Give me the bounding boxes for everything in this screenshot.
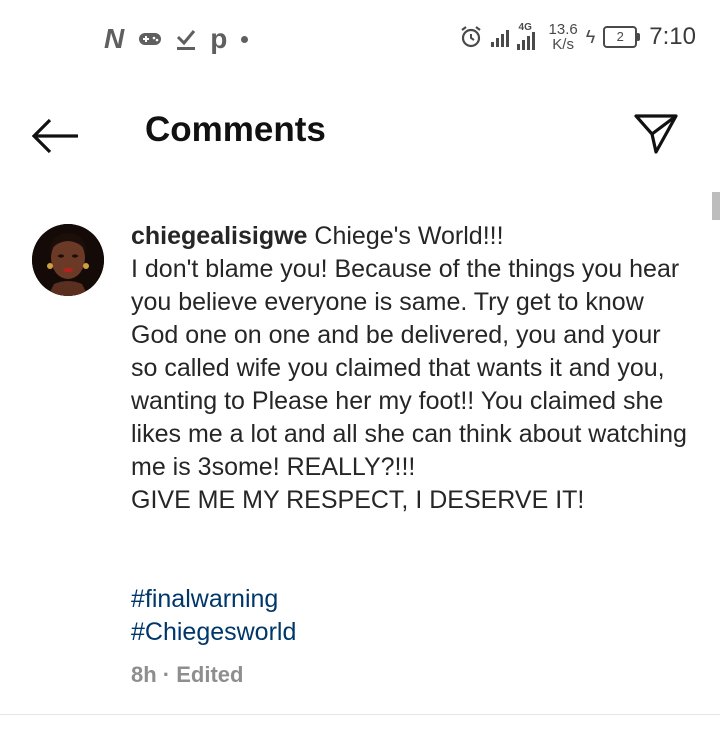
comment-username[interactable]: chiegealisigwe [131,222,307,250]
comment-time: 8h [131,662,157,687]
page-title: Comments [145,110,326,149]
comment-hashtags: #finalwarning #Chiegesworld [131,583,296,649]
hashtag-link[interactable]: #Chiegesworld [131,616,296,649]
signal-icon [490,27,509,47]
n-app-icon: N [104,23,125,54]
charging-bolt-icon: ϟ [585,26,596,47]
comment-body: chiegealisigwe Chiege's World!!! I don't… [131,220,691,517]
clock: 7:10 [649,23,696,50]
meta-separator: · [156,662,177,687]
scrollbar[interactable] [712,192,720,220]
back-arrow-icon [31,118,78,154]
status-bar: N p 4G 13.6 K/s ϟ 2 7:10 [0,0,720,80]
alarm-icon [460,26,481,48]
paper-plane-icon [634,114,678,154]
edited-label[interactable]: Edited [176,662,243,688]
dot-icon [241,35,249,43]
p-app-icon: p [210,23,228,54]
gamepad-icon [139,33,162,45]
status-right-icons: 4G 13.6 K/s ϟ 2 7:10 [459,22,696,52]
battery-level: 2 [616,29,624,44]
avatar[interactable] [32,224,104,296]
status-left-icons: N p [104,23,249,54]
network-speed: 13.6 K/s [549,22,578,52]
hashtag-link[interactable]: #finalwarning [131,583,296,616]
battery-icon: 2 [603,26,641,48]
comment-text: Chiege's World!!! I don't blame you! Bec… [131,222,687,514]
divider [0,714,720,715]
network-4g-icon: 4G [516,22,541,50]
comments-header: Comments [0,96,720,176]
profile-photo [32,224,104,296]
share-button[interactable] [632,112,680,156]
comment-meta: 8h · Edited [131,662,243,688]
back-button[interactable] [28,114,84,158]
speed-unit: K/s [552,36,574,53]
check-download-icon [177,30,196,50]
speed-value: 13.6 [548,21,578,38]
